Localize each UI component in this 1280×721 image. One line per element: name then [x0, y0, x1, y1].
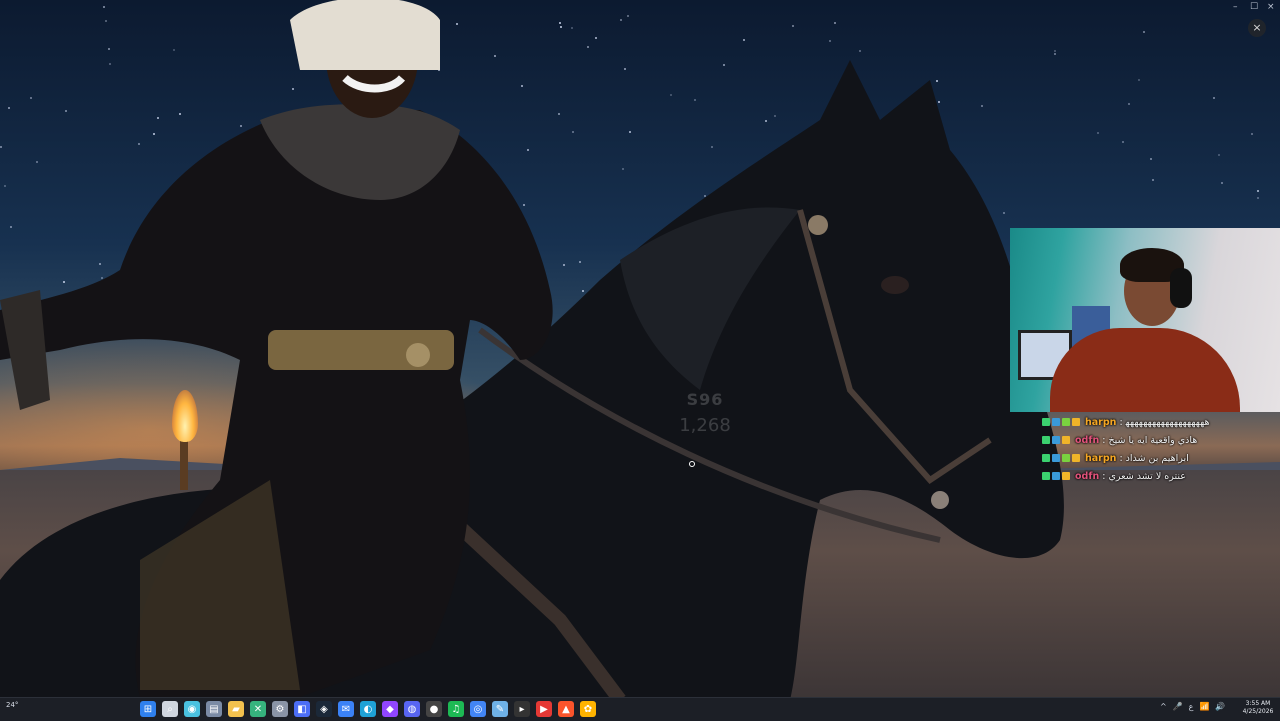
clock[interactable]: 3:55 AM 4/25/2026: [1240, 700, 1276, 716]
moderator-badge-icon: [1042, 472, 1050, 480]
viewer-count: 1,268: [679, 415, 731, 436]
star: [1152, 179, 1154, 181]
show-hidden-icons-icon[interactable]: ^: [1160, 702, 1167, 711]
moderator-badge-icon: [1042, 454, 1050, 462]
obs-icon[interactable]: ●: [426, 701, 442, 717]
verified-badge-icon: [1052, 436, 1060, 444]
chat-overlay: harpn : ﻫﻬﻬﻬﻬﻬﻬﻬﻬﻬﻬﻬﻬﻬﻬﻬﻬﻬﻬ odfn : هاذي …: [1042, 413, 1278, 485]
star: [1143, 31, 1145, 33]
weather-widget[interactable]: 24°: [6, 701, 18, 709]
star: [1054, 50, 1056, 52]
close-window-button[interactable]: ×: [1267, 2, 1275, 12]
channel-logo: S96: [686, 390, 724, 409]
star: [1128, 103, 1130, 105]
input-language-icon[interactable]: ع: [1189, 702, 1194, 711]
star: [859, 50, 861, 52]
copilot-icon[interactable]: ◉: [184, 701, 200, 717]
star: [1218, 154, 1220, 156]
chat-username: harpn: [1085, 452, 1117, 464]
chat-text: : ﻫﻬﻬﻬﻬﻬﻬﻬﻬﻬﻬﻬﻬﻬﻬﻬﻬﻬﻬ: [1119, 416, 1210, 428]
chat-message: odfn : هاذي واقعية ايه يا شيخ: [1042, 431, 1278, 449]
xbox-icon[interactable]: ✕: [250, 701, 266, 717]
youtube-icon[interactable]: ▶: [536, 701, 552, 717]
mouse-cursor: [689, 461, 695, 467]
verified-badge-icon: [1052, 454, 1060, 462]
maximize-button[interactable]: ☐: [1250, 2, 1258, 12]
star: [792, 25, 794, 27]
store-icon[interactable]: ◧: [294, 701, 310, 717]
chat-text: : عنتره لا تشد شعري: [1102, 470, 1186, 482]
task-view-icon[interactable]: ▤: [206, 701, 222, 717]
spotify-icon[interactable]: ♫: [448, 701, 464, 717]
armored-rider: [0, 0, 553, 697]
system-tray: ^ 🎤 ع 📶 🔊: [1160, 702, 1225, 711]
chrome-icon[interactable]: ◎: [470, 701, 486, 717]
star: [620, 19, 622, 21]
star: [743, 39, 745, 41]
twitch-icon[interactable]: ◆: [382, 701, 398, 717]
minimize-button[interactable]: –: [1233, 2, 1238, 12]
volume-icon[interactable]: 🔊: [1215, 702, 1225, 711]
star: [627, 15, 629, 17]
chat-message: odfn : عنتره لا تشد شعري: [1042, 467, 1278, 485]
chat-username: odfn: [1075, 434, 1100, 446]
terminal-icon[interactable]: ▸: [514, 701, 530, 717]
star: [1251, 133, 1253, 135]
overlay-close-button[interactable]: ×: [1248, 19, 1266, 37]
gift-badge-icon: [1072, 454, 1080, 462]
streamer-body: [1050, 328, 1240, 412]
photos-icon[interactable]: ✿: [580, 701, 596, 717]
clock-date: 4/25/2026: [1242, 708, 1274, 715]
taskbar: 24° ⊞ ⌕ ◉ ▤ ▰ ✕ ⚙ ◧ ◈ ✉ ◐ ◆ ◍ ● ♫ ◎ ✎ ▸ ▶ ▲ ✿ ^ 🎤 ع 📶 🔊 3:55…: [0, 697, 1280, 721]
brave-icon[interactable]: ▲: [558, 701, 574, 717]
subscriber-badge-icon: [1062, 454, 1070, 462]
star: [1213, 97, 1215, 99]
chat-message: harpn : ﻫﻬﻬﻬﻬﻬﻬﻬﻬﻬﻬﻬﻬﻬﻬﻬﻬﻬﻬ: [1042, 413, 1278, 431]
gift-badge-icon: [1062, 436, 1070, 444]
gift-badge-icon: [1072, 418, 1080, 426]
wifi-icon[interactable]: 📶: [1199, 702, 1209, 711]
star: [829, 40, 831, 42]
headphones: [1170, 268, 1192, 308]
star: [1221, 182, 1223, 184]
taskbar-apps: ⊞ ⌕ ◉ ▤ ▰ ✕ ⚙ ◧ ◈ ✉ ◐ ◆ ◍ ● ♫ ◎ ✎ ▸ ▶ ▲ ✿: [140, 701, 596, 717]
moderator-badge-icon: [1042, 436, 1050, 444]
settings-icon[interactable]: ⚙: [272, 701, 288, 717]
search-icon[interactable]: ⌕: [162, 701, 178, 717]
file-explorer-icon[interactable]: ▰: [228, 701, 244, 717]
star: [1257, 190, 1259, 192]
star: [1150, 158, 1152, 160]
gift-badge-icon: [1062, 472, 1070, 480]
star: [1122, 141, 1124, 143]
star: [834, 22, 836, 24]
notepad-icon[interactable]: ✎: [492, 701, 508, 717]
moderator-badge-icon: [1042, 418, 1050, 426]
verified-badge-icon: [1052, 418, 1060, 426]
chat-username: odfn: [1075, 470, 1100, 482]
verified-badge-icon: [1052, 472, 1060, 480]
clock-time: 3:55 AM: [1245, 700, 1271, 707]
stream-watermark: S96 1,268: [665, 390, 745, 436]
microphone-icon[interactable]: 🎤: [1173, 702, 1183, 711]
subscriber-badge-icon: [1062, 418, 1070, 426]
chat-text: : هاذي واقعية ايه يا شيخ: [1102, 434, 1198, 446]
windows-start-icon[interactable]: ⊞: [140, 701, 156, 717]
star: [1257, 197, 1259, 199]
chat-message: harpn : ابراهيم بن شداد: [1042, 449, 1278, 467]
edge-icon[interactable]: ◐: [360, 701, 376, 717]
chat-text: : ابراهيم بن شداد: [1119, 452, 1189, 464]
star: [1054, 53, 1056, 55]
streamer-webcam: [1010, 228, 1280, 412]
chat-username: harpn: [1085, 416, 1117, 428]
star: [1138, 79, 1140, 81]
discord-icon[interactable]: ◍: [404, 701, 420, 717]
steam-icon[interactable]: ◈: [316, 701, 332, 717]
mail-icon[interactable]: ✉: [338, 701, 354, 717]
